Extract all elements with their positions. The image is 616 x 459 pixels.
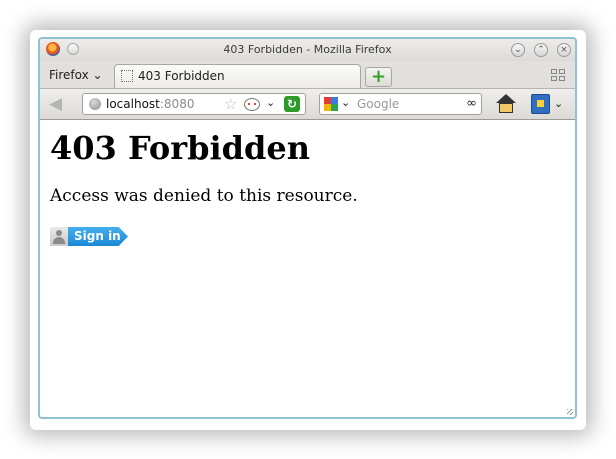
tab-403-forbidden[interactable]: 403 Forbidden [114,64,361,88]
page-title: 403 Forbidden [50,129,311,167]
url-host: localhost [106,97,160,111]
window-title: 403 Forbidden - Mozilla Firefox [223,43,392,56]
url-bar[interactable]: localhost:8080 ☆ ⌄ ↻ [82,93,306,115]
tab-groups-icon[interactable] [551,69,567,83]
history-dropdown-icon[interactable]: ⌄ [266,96,275,109]
sign-in-label: Sign in [74,229,121,243]
close-button[interactable]: × [557,43,571,57]
bookmarks-icon[interactable] [531,94,550,114]
google-icon[interactable] [324,97,338,111]
chevron-down-icon: ⌄ [88,68,103,82]
url-text[interactable]: localhost:8080 [106,97,194,111]
blank-page-icon [121,70,133,82]
user-icon [50,227,68,246]
site-identity-icon[interactable] [89,98,101,110]
reload-icon[interactable]: ↻ [284,96,300,112]
back-arrow-icon[interactable]: ◀ [49,95,69,113]
binoculars-icon[interactable]: ∞ [466,96,477,111]
minimize-button[interactable]: ⌄ [511,43,525,57]
navigation-toolbar: ◀ localhost:8080 ☆ ⌄ ↻ ⌄ Google ∞ ⌄ [40,88,575,120]
maximize-button[interactable]: ⌃ [534,43,548,57]
url-port: :8080 [159,97,195,111]
firefox-menu-button[interactable]: Firefox ⌄ [49,68,103,82]
bookmark-star-icon[interactable]: ☆ [224,95,237,113]
firefox-menu-label: Firefox [49,68,89,82]
title-bar: 403 Forbidden - Mozilla Firefox ⌄ ⌃ × [40,39,575,61]
bookmarks-dropdown-icon[interactable]: ⌄ [554,97,563,110]
home-icon[interactable] [496,94,516,114]
browser-window: 403 Forbidden - Mozilla Firefox ⌄ ⌃ × Fi… [38,37,577,419]
tab-label: 403 Forbidden [138,69,225,83]
new-tab-button[interactable]: + [365,67,392,87]
tab-bar: Firefox ⌄ 403 Forbidden + [40,61,575,88]
search-engine-dropdown-icon[interactable]: ⌄ [341,96,350,109]
page-content: 403 Forbidden Access was denied to this … [40,120,575,417]
reddit-addon-icon[interactable] [244,98,260,111]
resize-grip-icon[interactable] [567,409,573,415]
error-message: Access was denied to this resource. [50,186,358,206]
sign-in-button[interactable]: Sign in [50,227,128,246]
search-input[interactable]: Google [357,97,399,111]
search-bar[interactable]: ⌄ Google ∞ [319,93,482,115]
